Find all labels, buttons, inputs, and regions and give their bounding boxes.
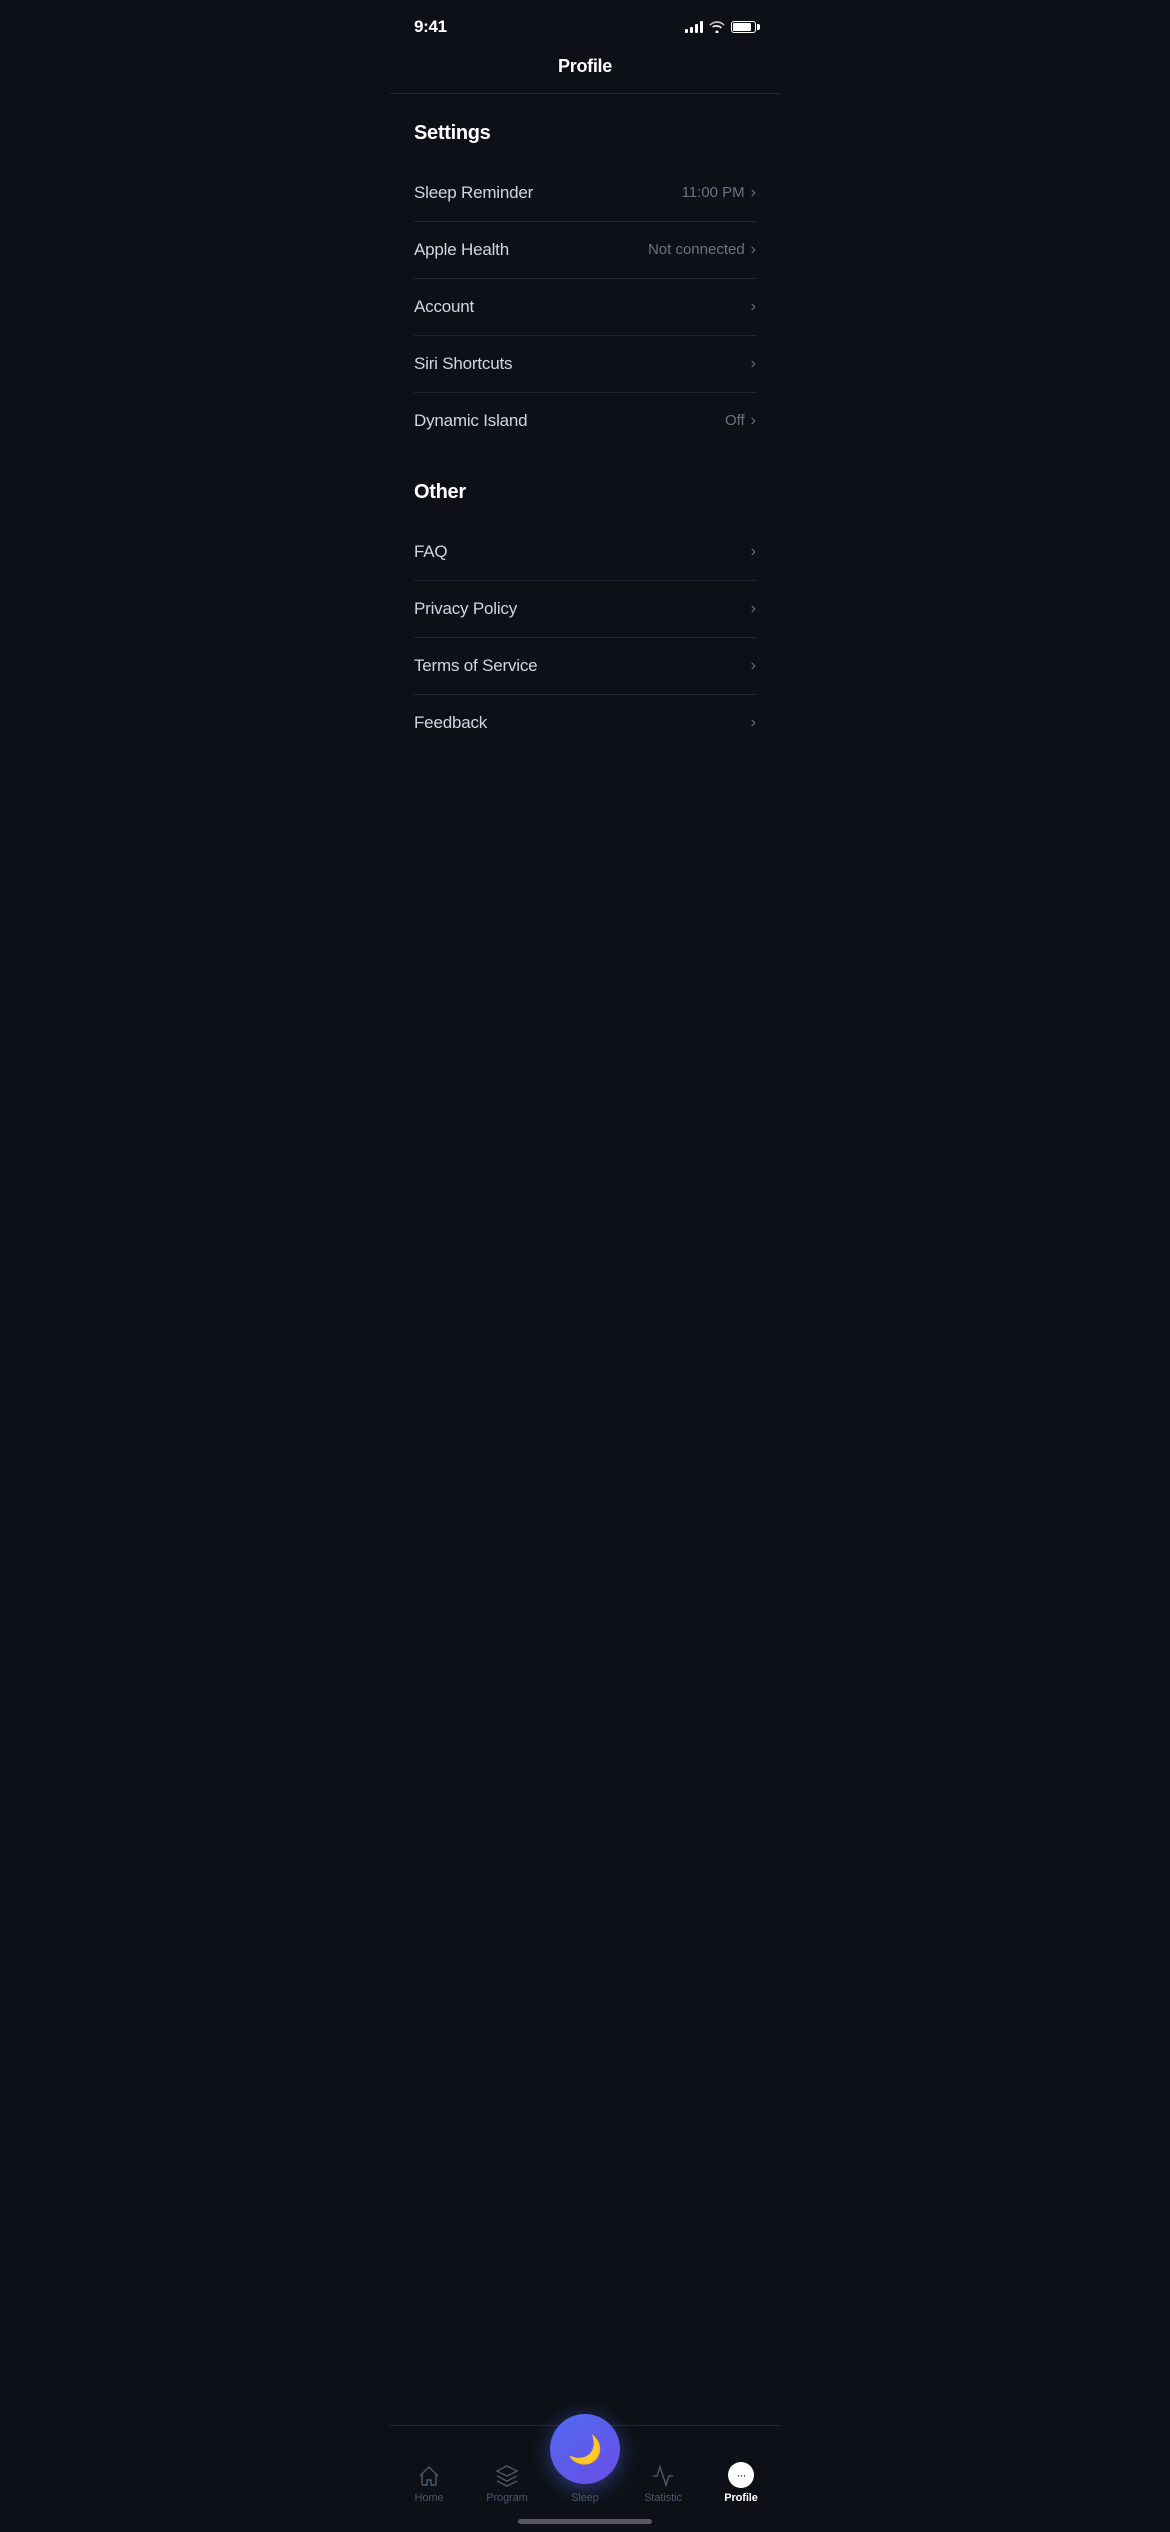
- sleep-reminder-value: 11:00 PM: [682, 184, 745, 201]
- tab-sleep[interactable]: 🌙 Sleep: [546, 2414, 624, 2504]
- terms-of-service-chevron-icon: ›: [751, 657, 756, 675]
- account-right: ›: [751, 298, 756, 316]
- tab-home[interactable]: Home: [390, 2464, 468, 2504]
- tab-profile[interactable]: ··· Profile: [702, 2462, 780, 2504]
- dynamic-island-right: Off ›: [725, 412, 756, 430]
- apple-health-chevron-icon: ›: [751, 241, 756, 259]
- apple-health-right: Not connected ›: [648, 241, 756, 259]
- privacy-policy-label: Privacy Policy: [414, 599, 517, 619]
- faq-label: FAQ: [414, 542, 447, 562]
- tab-profile-label: Profile: [724, 2492, 758, 2504]
- status-bar: 9:41: [390, 0, 780, 48]
- feedback-label: Feedback: [414, 713, 487, 733]
- program-icon: [495, 2464, 519, 2488]
- siri-shortcuts-chevron-icon: ›: [751, 355, 756, 373]
- privacy-policy-chevron-icon: ›: [751, 600, 756, 618]
- profile-avatar-icon: ···: [728, 2462, 754, 2488]
- settings-section: Settings Sleep Reminder 11:00 PM › Apple…: [414, 122, 756, 449]
- settings-item-faq[interactable]: FAQ ›: [414, 524, 756, 581]
- siri-shortcuts-label: Siri Shortcuts: [414, 354, 512, 374]
- statistic-icon: [651, 2464, 675, 2488]
- account-label: Account: [414, 297, 474, 317]
- dynamic-island-value: Off: [725, 412, 745, 429]
- settings-item-terms-of-service[interactable]: Terms of Service ›: [414, 638, 756, 695]
- sleep-reminder-right: 11:00 PM ›: [682, 184, 756, 202]
- settings-item-privacy-policy[interactable]: Privacy Policy ›: [414, 581, 756, 638]
- tab-sleep-label: Sleep: [571, 2492, 599, 2504]
- dynamic-island-label: Dynamic Island: [414, 411, 527, 431]
- home-indicator: [518, 2519, 652, 2524]
- other-section-header: Other: [414, 481, 756, 504]
- profile-icon-dots: ···: [737, 2468, 746, 2482]
- settings-item-apple-health[interactable]: Apple Health Not connected ›: [414, 222, 756, 279]
- feedback-right: ›: [751, 714, 756, 732]
- settings-section-header: Settings: [414, 122, 756, 145]
- apple-health-value: Not connected: [648, 241, 745, 258]
- settings-item-siri-shortcuts[interactable]: Siri Shortcuts ›: [414, 336, 756, 393]
- privacy-policy-right: ›: [751, 600, 756, 618]
- feedback-chevron-icon: ›: [751, 714, 756, 732]
- settings-item-account[interactable]: Account ›: [414, 279, 756, 336]
- sleep-reminder-label: Sleep Reminder: [414, 183, 533, 203]
- sleep-reminder-chevron-icon: ›: [751, 184, 756, 202]
- apple-health-label: Apple Health: [414, 240, 509, 260]
- nav-header: Profile: [390, 48, 780, 93]
- tab-statistic[interactable]: Statistic: [624, 2464, 702, 2504]
- faq-chevron-icon: ›: [751, 543, 756, 561]
- wifi-icon: [709, 21, 725, 33]
- dynamic-island-chevron-icon: ›: [751, 412, 756, 430]
- terms-of-service-label: Terms of Service: [414, 656, 537, 676]
- page-title: Profile: [558, 56, 612, 76]
- tab-statistic-label: Statistic: [644, 2492, 682, 2504]
- status-time: 9:41: [414, 17, 447, 37]
- sleep-button[interactable]: 🌙: [550, 2414, 620, 2484]
- settings-item-dynamic-island[interactable]: Dynamic Island Off ›: [414, 393, 756, 449]
- sleep-moon-icon: 🌙: [568, 2433, 603, 2466]
- tab-bar: Home Program 🌙 Sleep Statistic ··· Profi…: [390, 2425, 780, 2532]
- signal-bars-icon: [685, 21, 703, 33]
- status-icons: [685, 21, 756, 33]
- settings-item-feedback[interactable]: Feedback ›: [414, 695, 756, 751]
- terms-of-service-right: ›: [751, 657, 756, 675]
- other-section: Other FAQ › Privacy Policy › Terms of Se…: [414, 481, 756, 751]
- tab-program[interactable]: Program: [468, 2464, 546, 2504]
- siri-shortcuts-right: ›: [751, 355, 756, 373]
- tab-home-label: Home: [415, 2492, 444, 2504]
- faq-right: ›: [751, 543, 756, 561]
- battery-icon: [731, 21, 756, 33]
- home-icon: [417, 2464, 441, 2488]
- account-chevron-icon: ›: [751, 298, 756, 316]
- main-content: Settings Sleep Reminder 11:00 PM › Apple…: [390, 94, 780, 751]
- tab-program-label: Program: [486, 2492, 527, 2504]
- settings-item-sleep-reminder[interactable]: Sleep Reminder 11:00 PM ›: [414, 165, 756, 222]
